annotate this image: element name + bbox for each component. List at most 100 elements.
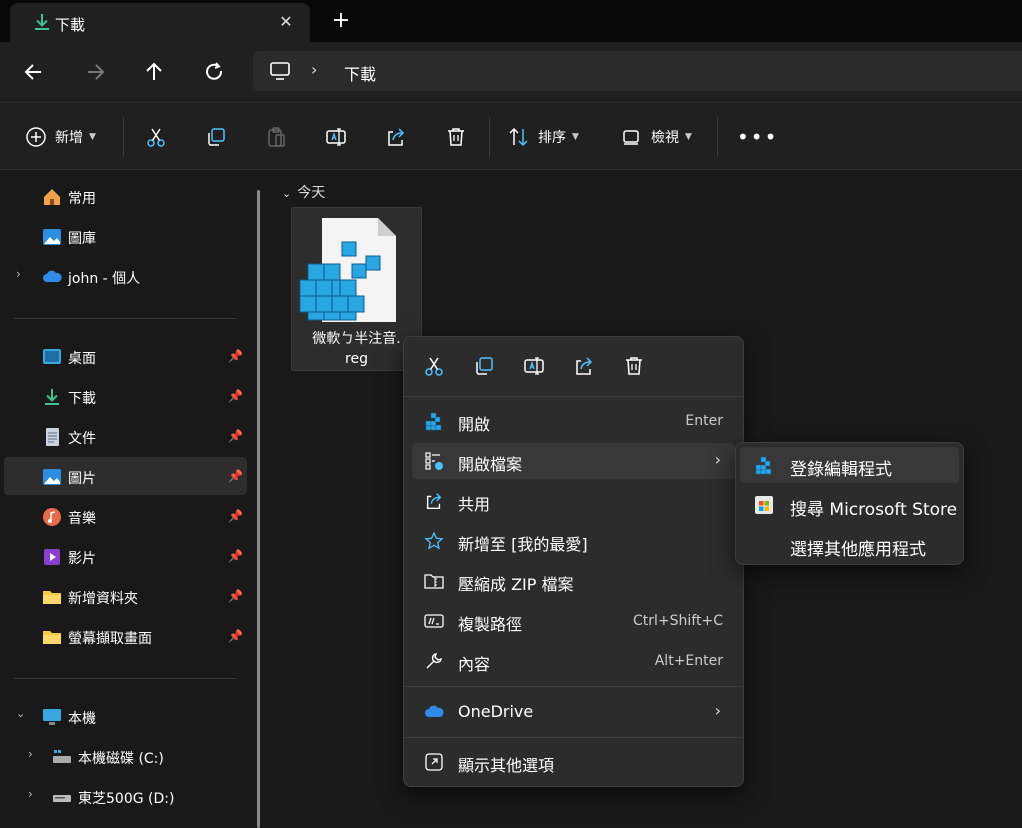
- submenu-item-store[interactable]: 搜尋 Microsoft Store: [740, 487, 959, 523]
- divider: [14, 678, 236, 679]
- sort-label: 排序: [538, 130, 566, 146]
- sidebar-item-documents[interactable]: 文件 📌: [4, 417, 247, 455]
- menu-item-label: 壓縮成 ZIP 檔案: [458, 575, 574, 594]
- rename-button[interactable]: [325, 123, 347, 151]
- music-icon: [42, 507, 62, 527]
- sidebar-item-label: 圖庫: [68, 231, 96, 247]
- sidebar-item-label: 新增資料夾: [68, 591, 138, 607]
- view-button[interactable]: 檢視 ▼: [621, 123, 692, 151]
- registry-editor-icon: [424, 411, 444, 431]
- pin-icon[interactable]: 📌: [228, 509, 243, 523]
- sidebar-item-videos[interactable]: 影片 📌: [4, 537, 247, 575]
- chevron-right-icon[interactable]: ›: [28, 747, 33, 761]
- microsoft-store-icon: [754, 495, 774, 515]
- sidebar-item-this-pc[interactable]: ⌄ 本機: [4, 697, 247, 735]
- menu-item-show-more[interactable]: 顯示其他選項: [412, 744, 735, 780]
- sidebar-item-drive-d[interactable]: › 東芝500G (D:): [4, 777, 247, 815]
- menu-item-shortcut: Alt+Enter: [654, 653, 723, 669]
- back-arrow-icon[interactable]: [21, 59, 47, 85]
- document-icon: [42, 427, 62, 447]
- menu-item-copy-path[interactable]: 複製路徑 Ctrl+Shift+C: [412, 603, 735, 639]
- refresh-icon[interactable]: [201, 59, 227, 85]
- chevron-down-icon: ▼: [89, 132, 96, 142]
- tab-title: 下載: [55, 16, 86, 34]
- share-button[interactable]: [385, 123, 407, 151]
- sidebar-item-onedrive[interactable]: › john - 個人: [4, 257, 247, 295]
- menu-item-open-with[interactable]: 開啟檔案 ›: [412, 443, 735, 479]
- cut-button[interactable]: [145, 123, 167, 151]
- sidebar-item-drive-c[interactable]: › 本機磁碟 (C:): [4, 737, 247, 775]
- sidebar-item-label: 本機: [68, 711, 96, 727]
- registry-file-icon: [299, 218, 396, 322]
- sort-icon: [509, 127, 528, 147]
- sidebar-item-music[interactable]: 音樂 📌: [4, 497, 247, 535]
- menu-item-share[interactable]: 共用: [412, 483, 735, 519]
- group-header[interactable]: ⌄ 今天: [282, 182, 325, 202]
- chevron-right-icon[interactable]: ›: [16, 267, 21, 281]
- sort-button[interactable]: 排序 ▼: [508, 123, 579, 151]
- copy-icon: [208, 128, 225, 146]
- up-arrow-icon[interactable]: [141, 59, 167, 85]
- sidebar-item-downloads[interactable]: 下載 📌: [4, 377, 247, 415]
- trash-icon[interactable]: [623, 355, 645, 377]
- view-label: 檢視: [651, 130, 679, 146]
- sidebar-scrollbar[interactable]: [257, 190, 260, 828]
- tab-downloads[interactable]: 下載 ✕: [10, 3, 310, 42]
- delete-button[interactable]: [445, 123, 467, 151]
- pin-icon[interactable]: 📌: [228, 429, 243, 443]
- command-bar: 新增 ▼ 排序 ▼ 檢視 ▼ •••: [0, 102, 1022, 170]
- chevron-down-icon[interactable]: ⌄: [16, 707, 25, 720]
- drive-icon: [52, 747, 72, 767]
- chevron-right-icon[interactable]: ›: [28, 787, 33, 801]
- pin-icon[interactable]: 📌: [228, 589, 243, 603]
- sidebar-item-gallery[interactable]: 圖庫: [4, 217, 247, 255]
- cut-icon[interactable]: [423, 355, 445, 377]
- pin-icon[interactable]: 📌: [228, 629, 243, 643]
- menu-item-open[interactable]: 開啟 Enter: [412, 403, 735, 439]
- file-name-line: 微軟ㄅ半注音.: [312, 331, 401, 347]
- pin-icon[interactable]: 📌: [228, 389, 243, 403]
- new-button[interactable]: 新增 ▼: [25, 123, 96, 151]
- sidebar-item-label: 東芝500G (D:): [78, 791, 175, 807]
- share-icon: [424, 491, 444, 511]
- open-with-icon: [424, 451, 444, 471]
- sidebar-item-home[interactable]: 常用: [4, 177, 247, 215]
- close-tab-icon[interactable]: ✕: [276, 12, 296, 32]
- rename-icon[interactable]: [523, 355, 545, 377]
- sidebar-item-desktop[interactable]: 桌面 📌: [4, 337, 247, 375]
- divider: [123, 117, 124, 157]
- pin-icon[interactable]: 📌: [228, 469, 243, 483]
- submenu-item-regedit[interactable]: 登錄編輯程式: [740, 447, 959, 483]
- submenu-item-label: 登錄編輯程式: [790, 460, 892, 480]
- menu-item-onedrive[interactable]: OneDrive ›: [412, 694, 735, 730]
- menu-item-shortcut: Ctrl+Shift+C: [633, 613, 723, 629]
- breadcrumb-downloads[interactable]: 下載: [344, 61, 376, 85]
- sidebar-item-new-folder[interactable]: 新增資料夾 📌: [4, 577, 247, 615]
- forward-arrow-icon[interactable]: [82, 59, 108, 85]
- show-more-icon: [424, 752, 444, 772]
- new-label: 新增: [55, 130, 83, 146]
- download-icon: [32, 12, 52, 36]
- chevron-right-icon[interactable]: ›: [311, 60, 317, 79]
- more-options-icon[interactable]: •••: [737, 123, 778, 151]
- sidebar-item-label: 下載: [68, 391, 96, 407]
- pin-icon[interactable]: 📌: [228, 549, 243, 563]
- sidebar-item-pictures[interactable]: 圖片 📌: [4, 457, 247, 495]
- copy-icon[interactable]: [473, 355, 495, 377]
- menu-item-compress-zip[interactable]: 壓縮成 ZIP 檔案: [412, 563, 735, 599]
- copy-button[interactable]: [205, 123, 227, 151]
- video-icon: [42, 547, 62, 567]
- menu-item-label: 開啟檔案: [458, 455, 523, 474]
- new-tab-button[interactable]: +: [330, 10, 352, 32]
- pin-icon[interactable]: 📌: [228, 349, 243, 363]
- menu-item-properties[interactable]: 內容 Alt+Enter: [412, 643, 735, 679]
- menu-item-add-favorites[interactable]: 新增至 [我的最愛]: [412, 523, 735, 559]
- share-icon[interactable]: [573, 355, 595, 377]
- divider: [489, 117, 490, 157]
- address-bar[interactable]: › 下載: [253, 51, 1022, 91]
- divider: [404, 396, 743, 397]
- submenu-item-choose-app[interactable]: 選擇其他應用程式: [740, 527, 959, 563]
- sidebar-item-screenshots[interactable]: 螢幕擷取畫面 📌: [4, 617, 247, 655]
- paste-button[interactable]: [265, 123, 287, 151]
- cloud-icon: [42, 267, 62, 287]
